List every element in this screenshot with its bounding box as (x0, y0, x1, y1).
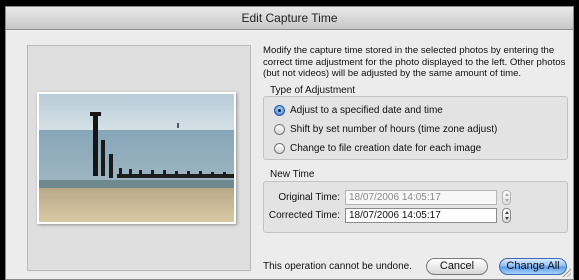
radio-specified-date[interactable]: Adjust to a specified date and time (274, 103, 443, 117)
radio-label: Change to file creation date for each im… (290, 142, 482, 154)
original-time-field: 18/07/2006 14:05:17 (345, 190, 497, 205)
corrected-time-stepper[interactable] (502, 208, 511, 223)
radio-button-selected[interactable] (274, 104, 285, 116)
radio-shift-hours[interactable]: Shift by set number of hours (time zone … (274, 122, 497, 136)
cancel-button[interactable]: Cancel (426, 258, 488, 275)
radio-label: Shift by set number of hours (time zone … (290, 123, 498, 135)
radio-button[interactable] (274, 123, 285, 135)
radio-file-creation-date[interactable]: Change to file creation date for each im… (274, 141, 481, 155)
description-text: Modify the capture time stored in the se… (263, 45, 566, 79)
window-title: Edit Capture Time (6, 7, 573, 30)
undo-warning: This operation cannot be undone. (263, 261, 412, 272)
original-time-stepper (502, 190, 511, 205)
photo-preview-panel (27, 45, 251, 271)
edit-capture-time-dialog: Edit Capture Time Modify the capture tim… (5, 6, 574, 280)
adjustment-group: Adjust to a specified date and time Shif… (263, 96, 568, 160)
change-all-button[interactable]: Change All (499, 258, 567, 275)
new-time-group: Original Time: 18/07/2006 14:05:17 Corre… (263, 181, 568, 233)
original-time-label: Original Time: (278, 192, 340, 203)
corrected-time-label: Corrected Time: (268, 210, 340, 221)
radio-button[interactable] (274, 142, 285, 154)
photo-preview (37, 92, 236, 224)
new-time-group-label: New Time (270, 169, 315, 180)
adjustment-group-label: Type of Adjustment (270, 85, 356, 96)
corrected-time-field[interactable]: 18/07/2006 14:05:17 (345, 208, 497, 223)
radio-label: Adjust to a specified date and time (290, 104, 443, 116)
